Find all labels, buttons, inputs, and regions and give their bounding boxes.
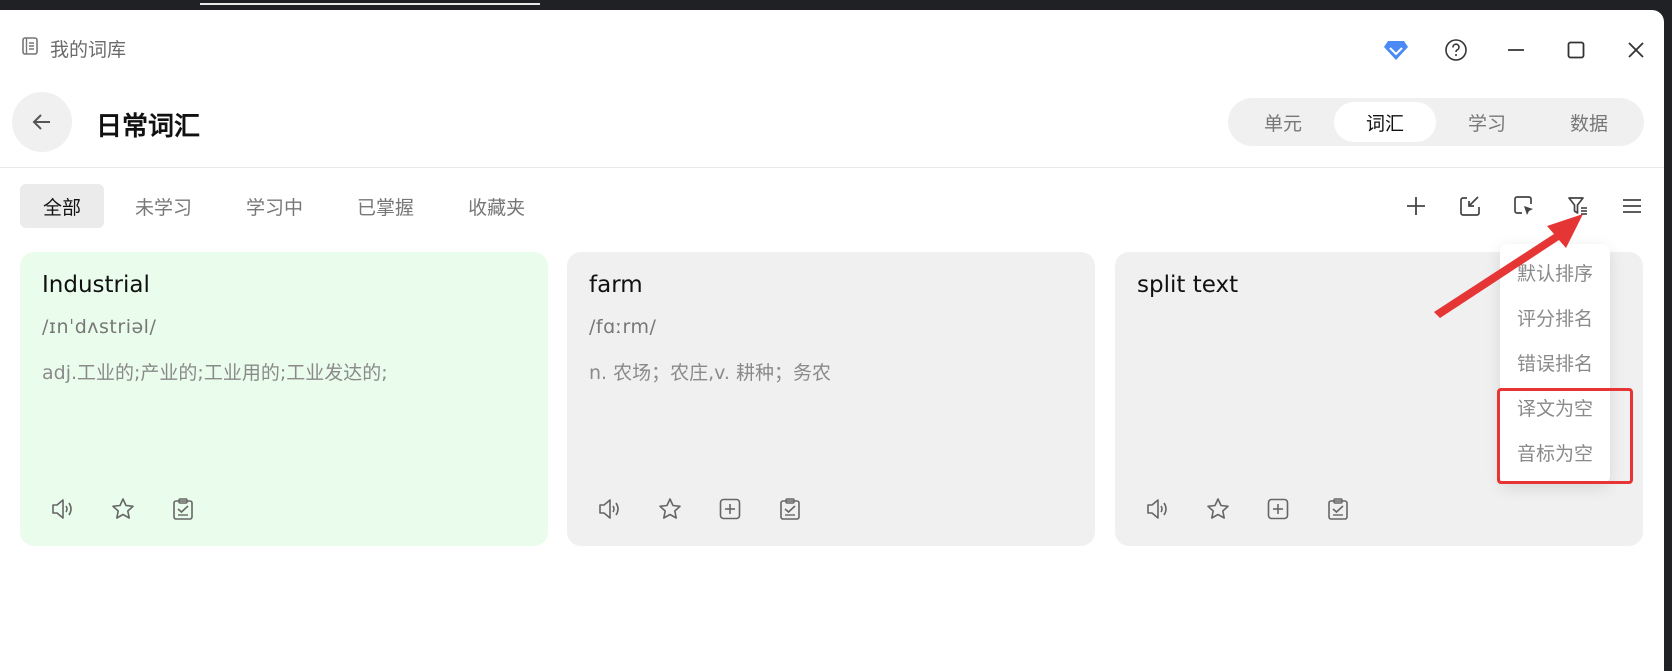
plus-square-icon (719, 498, 741, 520)
vip-diamond-button[interactable] (1376, 30, 1416, 70)
filter-tab-unlearned[interactable]: 未学习 (112, 184, 215, 228)
pronounce-button[interactable] (595, 494, 625, 524)
translation-text: adj.工业的;产业的;工业用的;工业发达的; (42, 362, 388, 384)
word-card[interactable]: farm /fɑːrm/ n. 农场；农庄,v. 耕种；务农 (567, 252, 1095, 546)
clipboard-check-icon (1328, 498, 1348, 520)
segment-study[interactable]: 学习 (1436, 102, 1538, 142)
star-icon (112, 498, 134, 519)
pronounce-button[interactable] (1143, 494, 1173, 524)
app-window: 我的词库 日常词汇 单元 词汇 学习 数据 全部 未学习 学习中 已掌握 收藏夹… (0, 10, 1664, 671)
filter-tab-favorites[interactable]: 收藏夹 (445, 184, 548, 228)
filter-tab-all[interactable]: 全部 (20, 184, 105, 228)
speaker-icon (1147, 499, 1167, 519)
back-button[interactable] (12, 92, 72, 152)
tab-highlight (200, 3, 540, 5)
minimize-icon (1508, 49, 1524, 51)
annotation-highlight-box (1497, 388, 1633, 484)
maximize-button[interactable] (1556, 30, 1596, 70)
speaker-icon (52, 499, 72, 519)
title-bar: 我的词库 (0, 10, 1664, 78)
add-to-study-button[interactable] (715, 494, 745, 524)
minimize-button[interactable] (1496, 30, 1536, 70)
diamond-icon (1384, 41, 1408, 60)
question-icon (1445, 39, 1467, 61)
pronounce-button[interactable] (48, 494, 78, 524)
view-segmented-control: 单元 词汇 学习 数据 (1228, 98, 1644, 146)
annotation-arrow-icon (1434, 214, 1583, 318)
header-divider (0, 167, 1664, 168)
word-text: farm (589, 272, 643, 298)
favorite-button[interactable] (108, 494, 138, 524)
mark-mastered-button[interactable] (775, 494, 805, 524)
arrow-left-icon (32, 114, 50, 130)
clipboard-check-icon (780, 498, 800, 520)
filter-tabs: 全部 未学习 学习中 已掌握 收藏夹 (20, 184, 556, 228)
menu-icon (1623, 199, 1641, 213)
mark-mastered-button[interactable] (1323, 494, 1353, 524)
close-button[interactable] (1616, 30, 1656, 70)
clipboard-check-icon (173, 498, 193, 520)
speaker-icon (599, 499, 619, 519)
close-icon (1628, 42, 1644, 58)
favorite-button[interactable] (655, 494, 685, 524)
page-title: 日常词汇 (96, 112, 201, 142)
window-title: 我的词库 (50, 39, 127, 61)
top-strip (0, 0, 1672, 10)
word-text: Industrial (42, 272, 150, 298)
filter-tab-learning[interactable]: 学习中 (223, 184, 326, 228)
book-list-icon (22, 37, 38, 55)
mark-mastered-button[interactable] (168, 494, 198, 524)
more-menu-button[interactable] (1616, 190, 1648, 222)
segment-units[interactable]: 单元 (1232, 102, 1334, 142)
word-text: split text (1137, 272, 1239, 298)
star-icon (1207, 498, 1229, 519)
maximize-icon (1567, 41, 1585, 59)
star-icon (659, 498, 681, 519)
filter-tab-mastered[interactable]: 已掌握 (334, 184, 437, 228)
favorite-button[interactable] (1203, 494, 1233, 524)
translation-text: n. 农场；农庄,v. 耕种；务农 (589, 362, 832, 384)
plus-square-icon (1267, 498, 1289, 520)
word-card[interactable]: Industrial /ɪnˈdʌstriəl/ adj.工业的;产业的;工业用… (20, 252, 548, 546)
add-to-study-button[interactable] (1263, 494, 1293, 524)
phonetic-text: /ɪnˈdʌstriəl/ (42, 316, 157, 338)
segment-data[interactable]: 数据 (1538, 102, 1640, 142)
phonetic-text: /fɑːrm/ (589, 316, 657, 338)
sort-option-errors[interactable]: 错误排名 (1500, 348, 1610, 380)
segment-vocabulary[interactable]: 词汇 (1334, 102, 1436, 142)
help-button[interactable] (1436, 30, 1476, 70)
